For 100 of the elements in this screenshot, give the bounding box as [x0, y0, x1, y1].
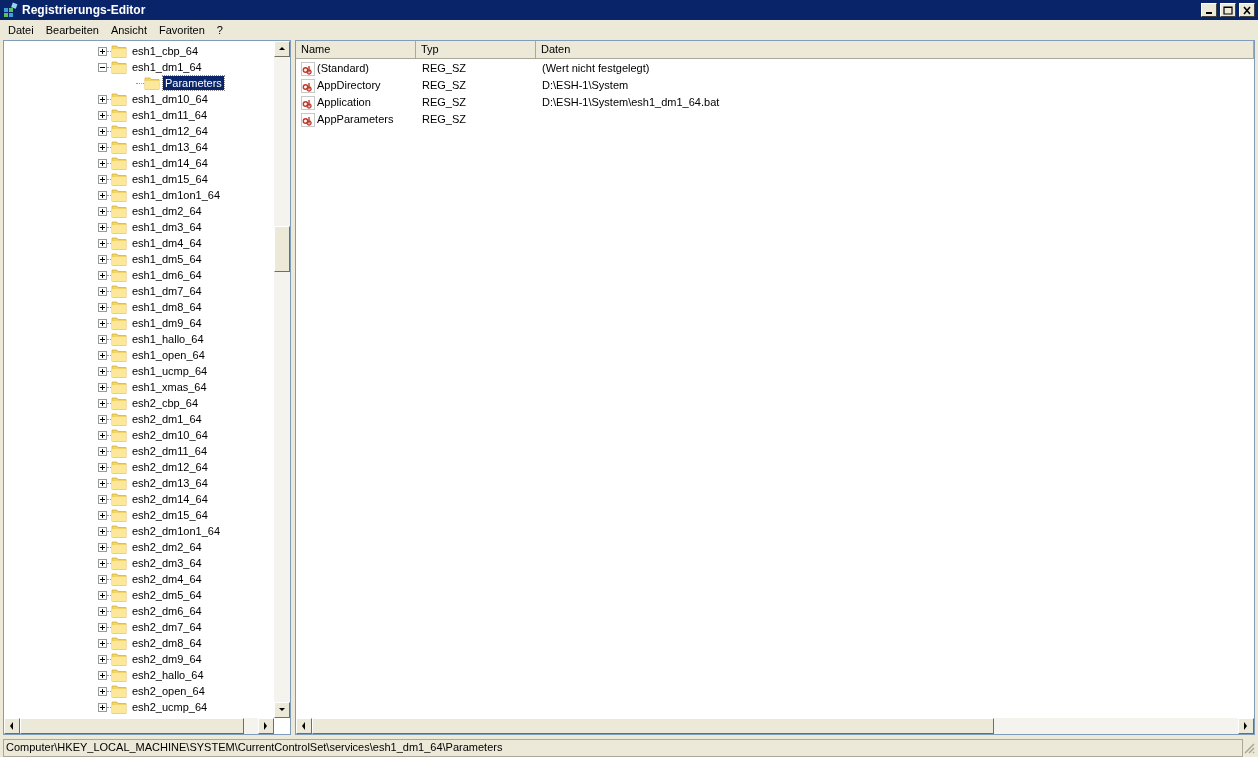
tree-item[interactable]: esh1_dm11_64	[130, 108, 210, 122]
tree-item[interactable]: esh2_dm5_64	[130, 588, 204, 602]
scroll-left-button[interactable]	[296, 718, 312, 734]
expand-icon[interactable]	[98, 494, 107, 504]
tree-item[interactable]: esh1_open_64	[130, 348, 207, 362]
tree-item[interactable]: esh1_cbp_64	[130, 44, 201, 58]
scroll-thumb[interactable]	[312, 718, 994, 734]
expand-icon[interactable]	[98, 574, 107, 584]
tree-item[interactable]: esh1_dm1on1_64	[130, 188, 223, 202]
tree-item[interactable]: esh1_dm13_64	[130, 140, 210, 154]
tree-item[interactable]: esh2_dm3_64	[130, 556, 204, 570]
tree-item[interactable]: esh1_xmas_64	[130, 380, 209, 394]
expand-icon[interactable]	[98, 350, 107, 360]
expand-icon[interactable]	[98, 702, 107, 712]
tree-item[interactable]: esh1_dm14_64	[130, 156, 210, 170]
expand-icon[interactable]	[98, 654, 107, 664]
expand-icon[interactable]	[98, 158, 107, 168]
expand-icon[interactable]	[98, 126, 107, 136]
tree-item[interactable]: esh1_dm1_64	[130, 60, 204, 74]
tree-item[interactable]: esh2_dm15_64	[130, 508, 210, 522]
expand-icon[interactable]	[98, 398, 107, 408]
tree-item[interactable]: esh2_dm4_64	[130, 572, 204, 586]
expand-icon[interactable]	[98, 238, 107, 248]
tree-item[interactable]: esh1_dm3_64	[130, 220, 204, 234]
collapse-icon[interactable]	[98, 62, 107, 72]
tree-item[interactable]: esh1_dm7_64	[130, 284, 204, 298]
expand-icon[interactable]	[98, 94, 107, 104]
menu-item[interactable]: Ansicht	[104, 21, 153, 39]
tree-item[interactable]: esh2_dm1on1_64	[130, 524, 223, 538]
scroll-thumb[interactable]	[274, 226, 290, 272]
expand-icon[interactable]	[98, 366, 107, 376]
close-button[interactable]	[1239, 3, 1255, 17]
expand-icon[interactable]	[98, 46, 107, 56]
tree-item[interactable]: esh2_cbp_64	[130, 396, 201, 410]
scroll-up-button[interactable]	[274, 41, 290, 57]
expand-icon[interactable]	[98, 142, 107, 152]
expand-icon[interactable]	[98, 606, 107, 616]
expand-icon[interactable]	[98, 686, 107, 696]
expand-icon[interactable]	[98, 590, 107, 600]
tree-item[interactable]: esh2_dm13_64	[130, 476, 210, 490]
expand-icon[interactable]	[98, 206, 107, 216]
scroll-right-button[interactable]	[258, 718, 274, 734]
tree-item[interactable]: esh1_dm2_64	[130, 204, 204, 218]
tree-item[interactable]: esh2_dm10_64	[130, 428, 210, 442]
tree-item[interactable]: esh1_dm6_64	[130, 268, 204, 282]
tree-item[interactable]: esh2_dm12_64	[130, 460, 210, 474]
tree-item[interactable]: esh2_ucmp_64	[130, 700, 210, 714]
expand-icon[interactable]	[98, 542, 107, 552]
resize-grip-icon[interactable]	[1243, 741, 1255, 754]
scroll-right-button[interactable]	[1238, 718, 1254, 734]
expand-icon[interactable]	[98, 254, 107, 264]
tree-item[interactable]: esh2_dm8_64	[130, 636, 204, 650]
expand-icon[interactable]	[98, 270, 107, 280]
tree-item[interactable]: esh1_ucmp_64	[130, 364, 210, 378]
tree-item[interactable]: esh1_hallo_64	[130, 332, 206, 346]
expand-icon[interactable]	[98, 414, 107, 424]
menu-item[interactable]: ?	[210, 21, 229, 39]
tree-item[interactable]: esh2_dm9_64	[130, 652, 204, 666]
expand-icon[interactable]	[98, 478, 107, 488]
tree-item[interactable]: esh1_dm8_64	[130, 300, 204, 314]
tree-item[interactable]: esh2_dm1_64	[130, 412, 204, 426]
expand-icon[interactable]	[98, 558, 107, 568]
expand-icon[interactable]	[98, 174, 107, 184]
tree-item[interactable]: Parameters	[163, 76, 224, 90]
expand-icon[interactable]	[98, 302, 107, 312]
horizontal-scrollbar[interactable]	[296, 718, 1254, 734]
tree-item[interactable]: esh1_dm10_64	[130, 92, 210, 106]
scroll-thumb[interactable]	[20, 718, 244, 734]
tree-item[interactable]: esh1_dm12_64	[130, 124, 210, 138]
expand-icon[interactable]	[98, 334, 107, 344]
expand-icon[interactable]	[98, 510, 107, 520]
tree-item[interactable]: esh2_dm2_64	[130, 540, 204, 554]
column-header[interactable]: Typ	[416, 41, 536, 59]
tree-item[interactable]: esh1_dm9_64	[130, 316, 204, 330]
tree-item[interactable]: esh2_dm11_64	[130, 444, 210, 458]
tree-item[interactable]: esh2_dm14_64	[130, 492, 210, 506]
maximize-button[interactable]	[1220, 3, 1236, 17]
expand-icon[interactable]	[98, 462, 107, 472]
scroll-down-button[interactable]	[274, 702, 290, 718]
expand-icon[interactable]	[98, 670, 107, 680]
tree-item[interactable]: esh2_open_64	[130, 684, 207, 698]
expand-icon[interactable]	[98, 638, 107, 648]
tree-item[interactable]: esh2_hallo_64	[130, 668, 206, 682]
horizontal-scrollbar[interactable]	[4, 718, 274, 734]
tree-item[interactable]: esh2_dm7_64	[130, 620, 204, 634]
expand-icon[interactable]	[98, 446, 107, 456]
tree-item[interactable]: esh1_dm15_64	[130, 172, 210, 186]
tree-item[interactable]: esh1_dm5_64	[130, 252, 204, 266]
expand-icon[interactable]	[98, 110, 107, 120]
expand-icon[interactable]	[98, 526, 107, 536]
expand-icon[interactable]	[98, 430, 107, 440]
minimize-button[interactable]	[1201, 3, 1217, 17]
expand-icon[interactable]	[98, 382, 107, 392]
column-header[interactable]: Daten	[536, 41, 1254, 59]
expand-icon[interactable]	[98, 190, 107, 200]
tree-item[interactable]: esh2_dm6_64	[130, 604, 204, 618]
expand-icon[interactable]	[98, 222, 107, 232]
menu-item[interactable]: Favoriten	[153, 21, 211, 39]
tree-item[interactable]: esh1_dm4_64	[130, 236, 204, 250]
column-header[interactable]: Name	[296, 41, 416, 59]
